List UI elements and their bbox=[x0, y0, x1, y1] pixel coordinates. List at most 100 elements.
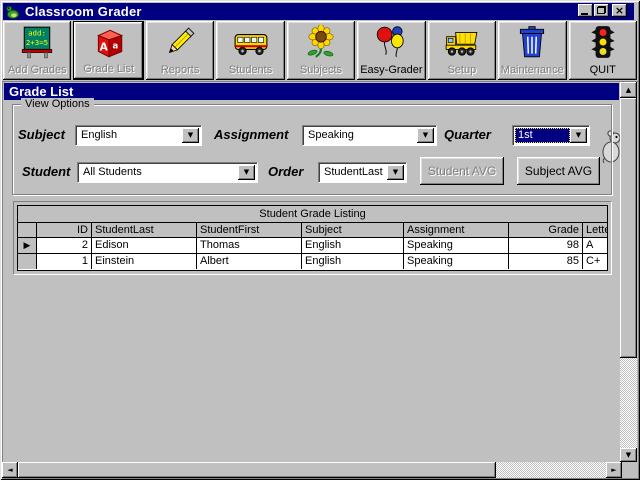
toolbar-button-setup[interactable]: Setup bbox=[428, 21, 496, 80]
cell-subject[interactable]: English bbox=[302, 254, 404, 269]
quarter-label: Quarter bbox=[444, 127, 491, 142]
left-arrow-icon: ◄ bbox=[7, 467, 12, 474]
chevron-down-icon: ▼ bbox=[423, 132, 428, 139]
chevron-down-icon: ▼ bbox=[576, 132, 581, 139]
horizontal-scroll-track[interactable] bbox=[496, 462, 606, 478]
cell-id[interactable]: 2 bbox=[37, 238, 92, 253]
toolbar-button-students[interactable]: Students bbox=[216, 21, 284, 80]
app-frog-icon bbox=[5, 4, 20, 19]
quarter-dropdown-button[interactable]: ▼ bbox=[570, 128, 587, 143]
toolbar-button-subjects[interactable]: Subjects bbox=[287, 21, 355, 80]
traffic-light-icon bbox=[585, 25, 621, 59]
column-header-grade: Grade bbox=[509, 223, 583, 237]
student-label: Student bbox=[22, 164, 70, 179]
trash-can-icon bbox=[514, 25, 550, 59]
svg-text:A: A bbox=[99, 41, 108, 53]
grid-caption: Student Grade Listing bbox=[18, 206, 607, 223]
cell-assignment[interactable]: Speaking bbox=[404, 238, 509, 253]
cell-grade[interactable]: 98 bbox=[509, 238, 583, 253]
subject-avg-button[interactable]: Subject AVG bbox=[517, 157, 600, 185]
alphabet-block-icon: A a bbox=[91, 26, 127, 60]
student-dropdown-button[interactable]: ▼ bbox=[238, 165, 255, 180]
scroll-down-button[interactable]: ▼ bbox=[620, 448, 637, 462]
cell-studentlast[interactable]: Einstein bbox=[92, 254, 197, 269]
toolbar-button-reports[interactable]: Reports bbox=[146, 21, 214, 80]
row-selector-header bbox=[18, 223, 37, 237]
horizontal-scroll-thumb[interactable] bbox=[18, 462, 496, 478]
grade-listing-grid: Student Grade Listing ID StudentLast Stu… bbox=[17, 205, 608, 271]
subject-value: English bbox=[78, 128, 182, 143]
close-button[interactable]: × bbox=[612, 4, 627, 17]
subject-dropdown-button[interactable]: ▼ bbox=[182, 128, 199, 143]
subject-avg-label: Subject AVG bbox=[525, 164, 592, 178]
restore-button[interactable] bbox=[594, 4, 609, 17]
toolbar-label: Easy-Grader bbox=[357, 64, 425, 76]
cell-subject[interactable]: English bbox=[302, 238, 404, 253]
horizontal-scrollbar[interactable]: ◄ ► bbox=[2, 462, 622, 478]
column-header-id: ID bbox=[37, 223, 92, 237]
chevron-down-icon: ▼ bbox=[244, 169, 249, 176]
quarter-value: 1st bbox=[515, 128, 570, 143]
scroll-right-button[interactable]: ► bbox=[606, 462, 622, 478]
cell-id[interactable]: 1 bbox=[37, 254, 92, 269]
assignment-dropdown-button[interactable]: ▼ bbox=[417, 128, 434, 143]
column-header-studentfirst: StudentFirst bbox=[197, 223, 302, 237]
chevron-down-icon: ▼ bbox=[393, 169, 398, 176]
vertical-scroll-thumb[interactable] bbox=[620, 98, 637, 358]
down-arrow-icon: ▼ bbox=[626, 452, 631, 459]
cell-letter[interactable]: A bbox=[583, 238, 607, 253]
student-avg-button[interactable]: Student AVG bbox=[420, 157, 504, 185]
row-selector[interactable]: ▶ bbox=[18, 238, 37, 253]
restore-icon bbox=[597, 6, 606, 14]
cell-assignment[interactable]: Speaking bbox=[404, 254, 509, 269]
grade-list-titlebar: Grade List bbox=[4, 83, 619, 100]
minimize-button[interactable] bbox=[578, 4, 593, 17]
toolbar-button-maintenance[interactable]: Maintenance bbox=[498, 21, 566, 80]
toolbar-label: Students bbox=[216, 64, 284, 76]
toolbar-button-grade-list[interactable]: A a Grade List bbox=[73, 21, 143, 80]
toolbar: add: 2+3=5 Add Grades A a Grade L bbox=[3, 21, 637, 80]
view-options-label: View Options bbox=[21, 98, 94, 111]
row-selector[interactable] bbox=[18, 254, 37, 269]
current-row-pointer-icon: ▶ bbox=[24, 241, 31, 251]
grid-header-row: ID StudentLast StudentFirst Subject Assi… bbox=[18, 223, 607, 238]
dump-truck-icon bbox=[444, 25, 480, 59]
student-combobox[interactable]: All Students ▼ bbox=[77, 162, 258, 183]
toolbar-label: Setup bbox=[428, 64, 496, 76]
table-row[interactable]: 1 Einstein Albert English Speaking 85 C+ bbox=[18, 254, 607, 269]
toolbar-button-quit[interactable]: QUIT bbox=[569, 21, 637, 80]
svg-text:a: a bbox=[112, 40, 118, 50]
toolbar-label: Add Grades bbox=[3, 64, 71, 76]
scrollbar-corner bbox=[622, 462, 638, 478]
close-icon: × bbox=[615, 5, 624, 16]
table-row[interactable]: ▶ 2 Edison Thomas English Speaking 98 A bbox=[18, 238, 607, 254]
vertical-scrollbar[interactable]: ▲ ▼ bbox=[620, 82, 637, 462]
toolbar-label: Maintenance bbox=[498, 64, 566, 76]
cell-studentfirst[interactable]: Albert bbox=[197, 254, 302, 269]
vertical-scroll-track[interactable] bbox=[620, 358, 637, 448]
cell-letter[interactable]: C+ bbox=[583, 254, 607, 269]
order-dropdown-button[interactable]: ▼ bbox=[387, 165, 404, 180]
toolbar-button-add-grades[interactable]: add: 2+3=5 Add Grades bbox=[3, 21, 71, 80]
column-header-letter: Letter bbox=[583, 223, 607, 237]
column-header-assignment: Assignment bbox=[404, 223, 509, 237]
quarter-combobox[interactable]: 1st ▼ bbox=[512, 125, 590, 146]
subject-combobox[interactable]: English ▼ bbox=[75, 125, 202, 146]
assignment-label: Assignment bbox=[214, 127, 288, 142]
toolbar-button-easy-grader[interactable]: Easy-Grader bbox=[357, 21, 425, 80]
student-value: All Students bbox=[80, 165, 238, 180]
assignment-combobox[interactable]: Speaking ▼ bbox=[302, 125, 437, 146]
pencil-icon bbox=[162, 25, 198, 59]
cell-studentfirst[interactable]: Thomas bbox=[197, 238, 302, 253]
balloons-icon bbox=[373, 25, 409, 59]
order-label: Order bbox=[268, 164, 303, 179]
column-header-subject: Subject bbox=[302, 223, 404, 237]
scroll-left-button[interactable]: ◄ bbox=[2, 462, 18, 478]
cell-grade[interactable]: 85 bbox=[509, 254, 583, 269]
cell-studentlast[interactable]: Edison bbox=[92, 238, 197, 253]
up-arrow-icon: ▲ bbox=[626, 87, 631, 94]
scroll-up-button[interactable]: ▲ bbox=[620, 82, 637, 98]
column-header-studentlast: StudentLast bbox=[92, 223, 197, 237]
right-arrow-icon: ► bbox=[611, 467, 616, 474]
order-combobox[interactable]: StudentLast ▼ bbox=[318, 162, 407, 183]
